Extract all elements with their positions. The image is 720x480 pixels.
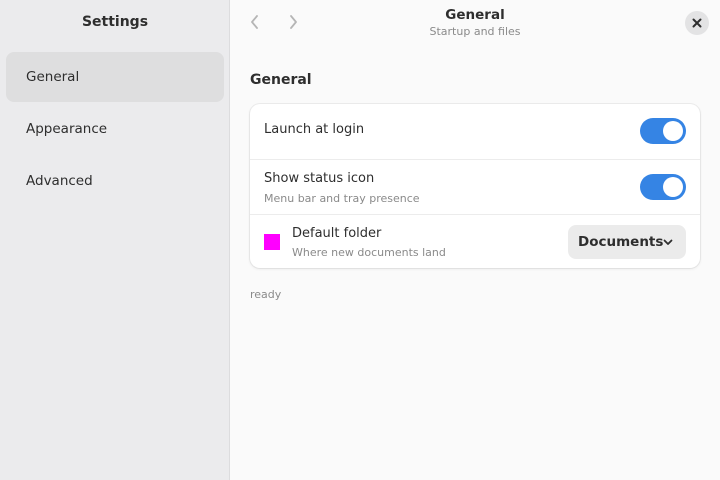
status-text: ready bbox=[250, 288, 282, 301]
default-folder-dropdown[interactable]: Documents bbox=[568, 225, 686, 259]
default-folder-row: Default folder Where new documents land … bbox=[250, 214, 700, 268]
dropdown-value: Documents bbox=[578, 234, 664, 250]
sidebar-item-label: Advanced bbox=[26, 173, 93, 189]
settings-window: Settings General Appearance Advanced Gen… bbox=[0, 0, 720, 480]
chevron-down-icon bbox=[663, 239, 673, 245]
sidebar-title: Settings bbox=[81, 14, 149, 30]
show-status-icon-row: Show status icon Menu bar and tray prese… bbox=[250, 159, 700, 214]
section-title: General bbox=[250, 72, 312, 88]
sidebar-item-label: General bbox=[26, 69, 80, 85]
sidebar: Settings General Appearance Advanced bbox=[0, 0, 230, 480]
page-title: General bbox=[445, 7, 505, 23]
sidebar-item-appearance[interactable]: Appearance bbox=[6, 104, 224, 154]
close-button[interactable] bbox=[685, 11, 709, 35]
sidebar-item-advanced[interactable]: Advanced bbox=[6, 156, 224, 206]
show-status-icon-description: Menu bar and tray presence bbox=[264, 192, 420, 205]
settings-card: Launch at login Show status icon Menu ba… bbox=[250, 104, 700, 268]
default-folder-description: Where new documents land bbox=[292, 246, 446, 259]
sidebar-item-general[interactable]: General bbox=[6, 52, 224, 102]
launch-at-login-label: Launch at login bbox=[264, 122, 365, 137]
show-status-icon-label: Show status icon bbox=[264, 171, 375, 186]
main-content: General Startup and files General Launch… bbox=[230, 0, 720, 480]
launch-at-login-row: Launch at login bbox=[250, 104, 700, 159]
toggle-knob bbox=[663, 177, 683, 197]
default-folder-label: Default folder bbox=[292, 226, 382, 241]
close-icon bbox=[692, 18, 702, 28]
page-subtitle: Startup and files bbox=[429, 25, 521, 38]
color-swatch bbox=[264, 234, 280, 250]
show-status-icon-toggle[interactable] bbox=[640, 174, 686, 200]
launch-at-login-toggle[interactable] bbox=[640, 118, 686, 144]
toggle-knob bbox=[663, 121, 683, 141]
sidebar-item-label: Appearance bbox=[26, 121, 108, 137]
